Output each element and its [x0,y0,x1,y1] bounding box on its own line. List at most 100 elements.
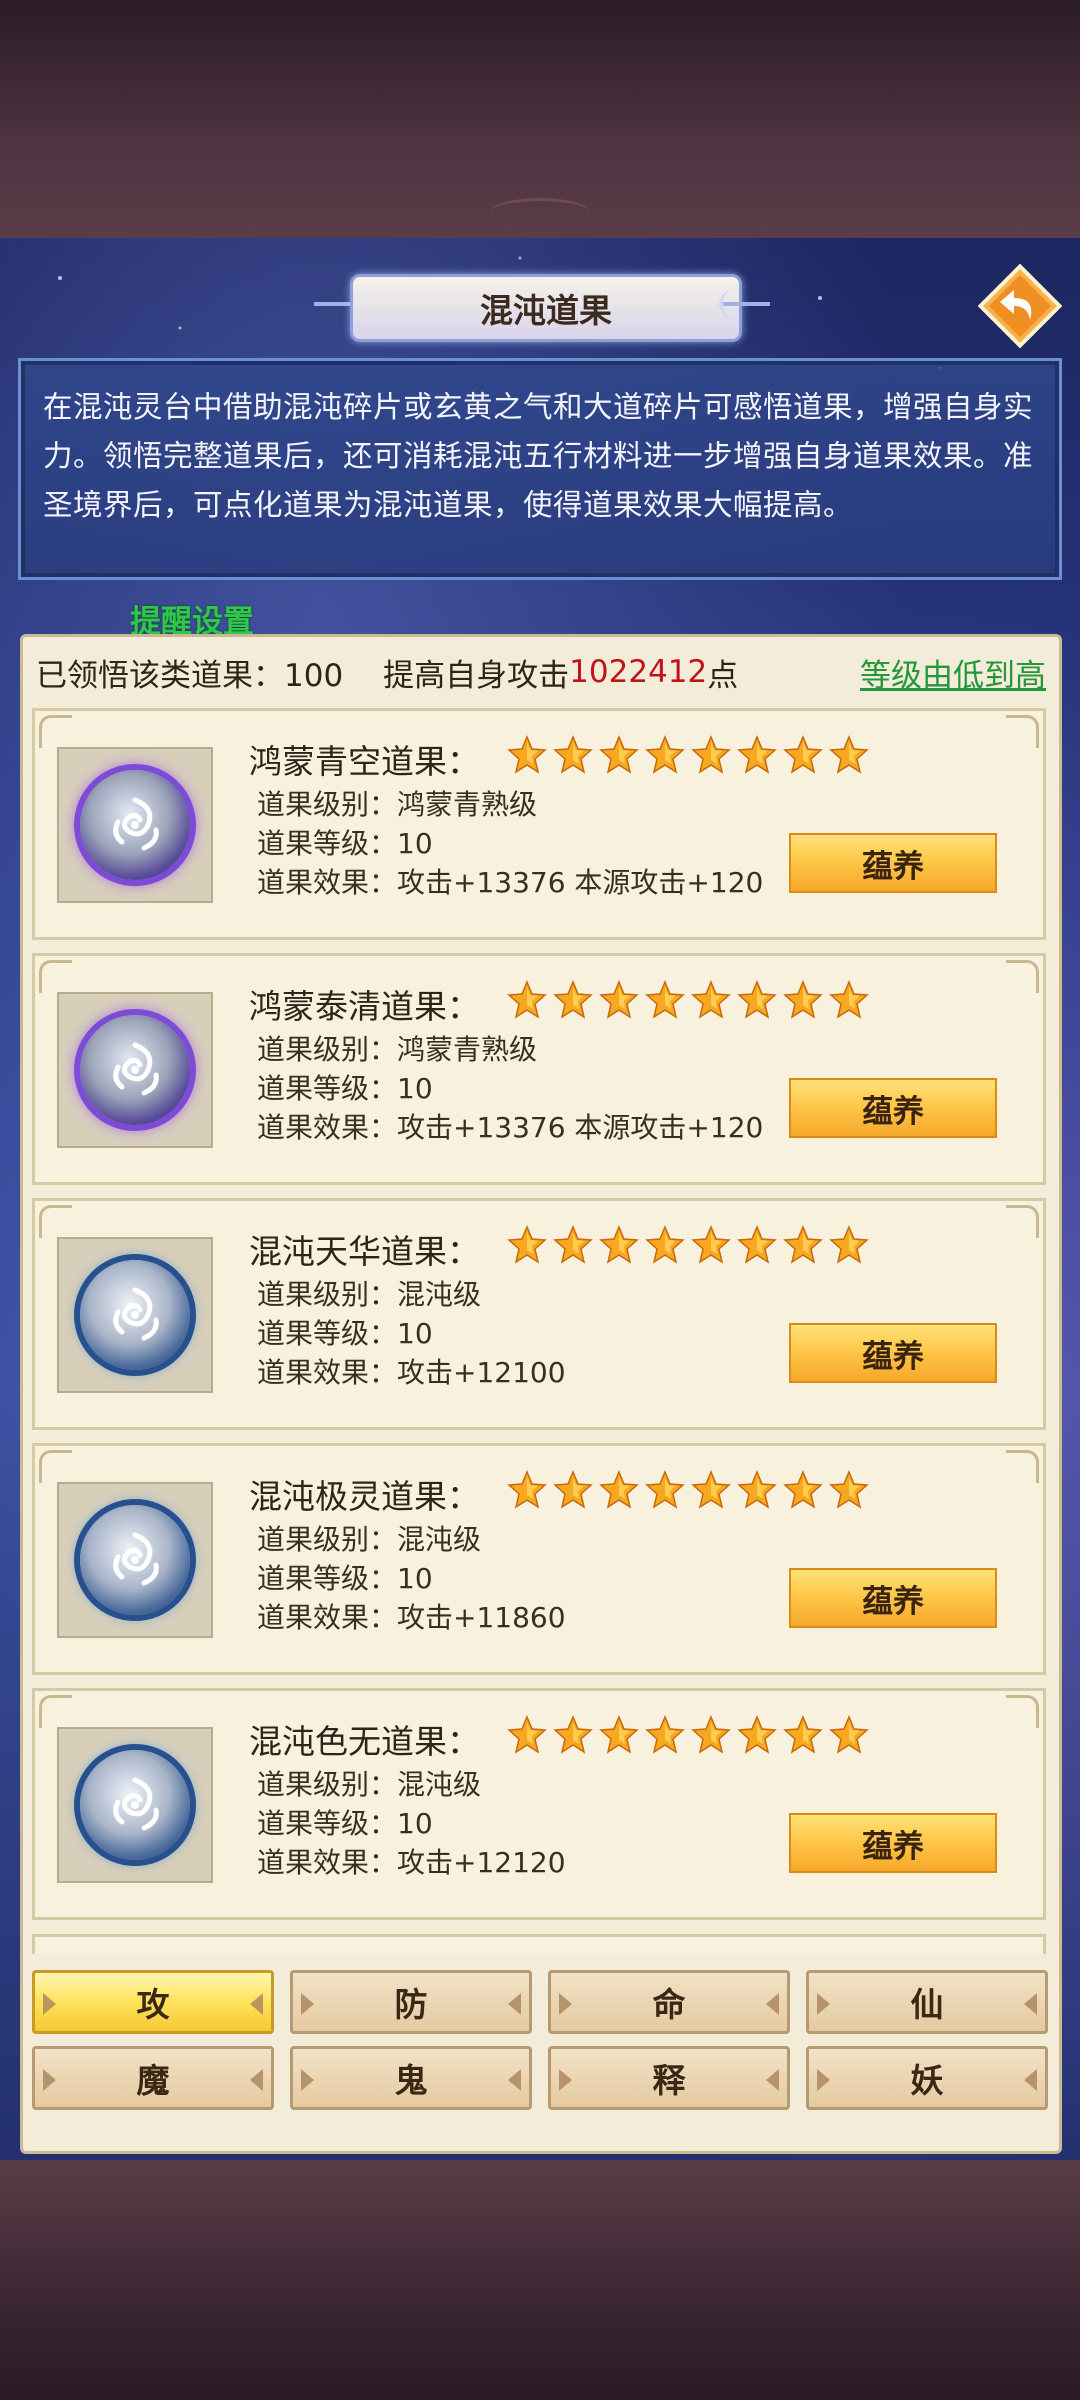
tab-1[interactable]: 防 [290,1970,532,2034]
tab-arrow-right-icon [1024,2069,1037,2091]
card-corner-ornament [39,960,72,993]
star-rating [507,980,869,1020]
fruit-info: 道果级别：鸿蒙青熟级 道果等级：10 道果效果：攻击+13376 本源攻击+120 [257,1030,763,1147]
tab-label: 魔 [136,2061,170,2100]
card-corner-ornament [1006,1205,1039,1238]
tab-4[interactable]: 魔 [32,2046,274,2110]
tab-0[interactable]: 攻 [32,1970,274,2034]
star-icon [829,735,869,774]
nurture-button[interactable]: 蕴养 [789,833,997,893]
fruit-name: 混沌极灵道果： [249,1477,480,1516]
fruit-level-name: 道果级别：鸿蒙青熟级 [257,788,538,821]
tab-3[interactable]: 仙 [806,1970,1048,2034]
summary-bar: 已领悟该类道果：100 提高自身攻击 1022412 点 等级由低到高 [36,644,1046,700]
star-icon [507,1715,547,1754]
tab-6[interactable]: 释 [548,2046,790,2110]
tab-7[interactable]: 妖 [806,2046,1048,2110]
fruit-name: 混沌色无道果： [249,1722,480,1761]
star-rating [507,1715,869,1755]
star-icon [783,1225,823,1264]
tab-arrow-left-icon [43,2069,56,2091]
star-icon [783,735,823,774]
star-icon [691,1715,731,1754]
card-corner-ornament [1006,715,1039,748]
star-icon [599,1470,639,1509]
tab-arrow-right-icon [508,2069,521,2091]
tab-arrow-left-icon [43,1993,56,2015]
back-arrow-icon [978,264,1062,348]
tab-label: 命 [652,1985,686,2024]
fruit-icon-frame[interactable] [57,1482,213,1638]
tab-arrow-left-icon [301,1993,314,2015]
tab-arrow-left-icon [817,2069,830,2091]
fruit-level-name: 道果级别：鸿蒙青熟级 [257,1033,538,1066]
star-icon [553,735,593,774]
dimmed-background-bottom [0,2160,1080,2400]
fruit-card: 鸿蒙青空道果： 道果级别：鸿蒙青熟级 道果等级：10 道果效果：攻击+13376 本源… [32,708,1046,940]
fruit-info: 道果级别：混沌级 道果等级：10 道果效果：攻击+12100 [257,1275,566,1392]
star-icon [599,735,639,774]
tab-label: 释 [652,2061,686,2100]
tab-5[interactable]: 鬼 [290,2046,532,2110]
title-plate: 混沌道果 [350,274,742,342]
card-corner-ornament [39,1695,72,1728]
fruit-card: 鸿蒙泰清道果： 道果级别：鸿蒙青熟级 道果等级：10 道果效果：攻击+13376 本源… [32,953,1046,1185]
nurture-button[interactable]: 蕴养 [789,1568,997,1628]
star-icon [599,1225,639,1264]
fruit-card: 混沌色无道果： 道果级别：混沌级 道果等级：10 道果效果：攻击+12120 蕴养 [32,1688,1046,1920]
star-icon [829,1715,869,1754]
tab-label: 妖 [910,2061,944,2100]
taiji-cloud-orb-icon [80,770,190,880]
star-icon [553,1225,593,1264]
fruit-effect: 道果效果：攻击+12100 [257,1356,566,1389]
tab-arrow-right-icon [250,2069,263,2091]
next-card-peek [32,1934,1046,1954]
fruit-card: 混沌极灵道果： 道果级别：混沌级 道果等级：10 道果效果：攻击+11860 蕴养 [32,1443,1046,1675]
fruit-level-name: 道果级别：混沌级 [257,1278,482,1311]
star-icon [599,1715,639,1754]
fruit-info: 道果级别：混沌级 道果等级：10 道果效果：攻击+12120 [257,1765,566,1882]
boost-prefix: 提高自身攻击 [383,657,570,694]
card-corner-ornament [1006,960,1039,993]
tab-arrow-right-icon [766,2069,779,2091]
fruit-name: 混沌天华道果： [249,1232,480,1271]
tab-2[interactable]: 命 [548,1970,790,2034]
star-icon [691,735,731,774]
card-corner-ornament [1006,1450,1039,1483]
tab-arrow-right-icon [250,1993,263,2015]
page-title: 混沌道果 [480,291,612,330]
star-icon [645,735,685,774]
fruit-level: 道果等级：10 [257,1317,433,1350]
star-icon [645,1715,685,1754]
nurture-button[interactable]: 蕴养 [789,1813,997,1873]
star-icon [507,1225,547,1264]
fruit-name: 鸿蒙青空道果： [249,742,480,781]
star-icon [507,980,547,1019]
nurture-button[interactable]: 蕴养 [789,1078,997,1138]
fruit-icon-frame[interactable] [57,1237,213,1393]
star-icon [829,1470,869,1509]
star-icon [783,1470,823,1509]
fruit-effect: 道果效果：攻击+13376 本源攻击+120 [257,1111,764,1144]
fruit-icon-frame[interactable] [57,1727,213,1883]
title-wing-right [719,288,770,320]
nurture-button[interactable]: 蕴养 [789,1323,997,1383]
fruit-effect: 道果效果：攻击+12120 [257,1846,566,1879]
star-icon [507,735,547,774]
fruit-level: 道果等级：10 [257,1072,433,1105]
star-rating [507,1225,869,1265]
fruit-icon-frame[interactable] [57,992,213,1148]
tab-arrow-left-icon [559,1993,572,2015]
fruit-level: 道果等级：10 [257,1807,433,1840]
fruit-icon-frame[interactable] [57,747,213,903]
description-text: 在混沌灵台中借助混沌碎片或玄黄之气和大道碎片可感悟道果，增强自身实力。领悟完整道… [43,390,1034,522]
sort-toggle[interactable]: 等级由低到高 [860,650,1046,695]
dimmed-background-top [0,0,1080,238]
fruit-effect: 道果效果：攻击+13376 本源攻击+120 [257,866,764,899]
tab-label: 仙 [910,1985,944,2024]
star-icon [553,980,593,1019]
fruit-card: 混沌天华道果： 道果级别：混沌级 道果等级：10 道果效果：攻击+12100 蕴养 [32,1198,1046,1430]
back-button[interactable] [978,264,1062,348]
star-icon [553,1470,593,1509]
card-corner-ornament [39,1450,72,1483]
